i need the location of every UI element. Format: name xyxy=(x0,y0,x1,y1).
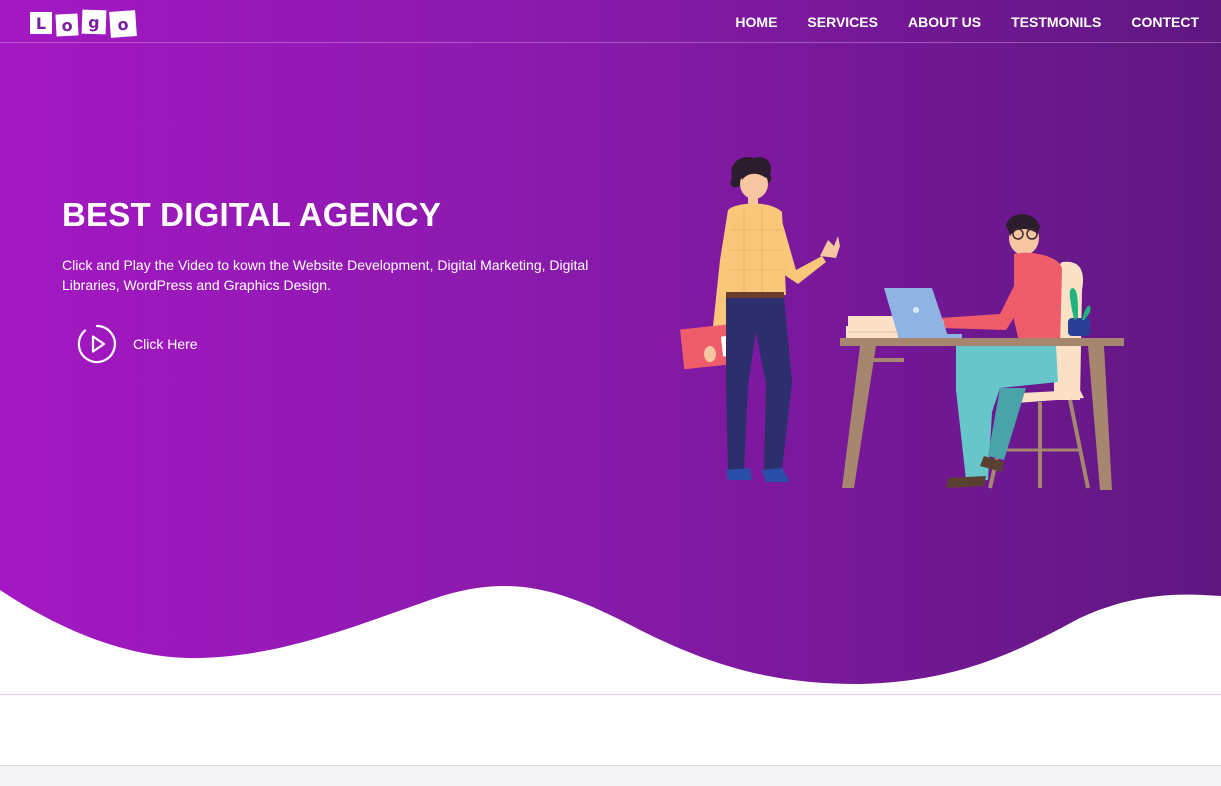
nav-testimonials[interactable]: TESTMONILS xyxy=(1011,14,1101,30)
nav-about-us[interactable]: ABOUT US xyxy=(908,14,981,30)
play-video-button[interactable]: Click Here xyxy=(77,324,198,364)
hero-title: BEST DIGITAL AGENCY xyxy=(62,196,442,233)
play-circle-icon xyxy=(77,324,116,364)
desk-scene xyxy=(840,214,1124,490)
hero-section: L o g o HOME SERVICES ABOUT US TESTMONIL… xyxy=(0,0,1221,694)
top-navbar: L o g o HOME SERVICES ABOUT US TESTMONIL… xyxy=(0,0,1221,43)
hero-wave-bottom xyxy=(0,586,1221,694)
logo-letter: g xyxy=(81,9,107,35)
logo-letter: o xyxy=(55,13,79,37)
nav-contact[interactable]: CONTECT xyxy=(1131,14,1199,30)
cta-label: Click Here xyxy=(133,336,198,352)
hero-description: Click and Play the Video to kown the Web… xyxy=(62,257,589,293)
section-divider xyxy=(0,694,1221,695)
logo-letter: o xyxy=(109,10,137,38)
next-section-edge xyxy=(0,765,1221,786)
main-menu: HOME SERVICES ABOUT US TESTMONILS CONTEC… xyxy=(705,0,1199,43)
nav-services[interactable]: SERVICES xyxy=(807,14,878,30)
standing-person xyxy=(680,156,840,482)
logo[interactable]: L o g o xyxy=(30,8,137,38)
nav-home[interactable]: HOME xyxy=(735,14,777,30)
office-illustration xyxy=(680,156,1124,490)
logo-letter: L xyxy=(30,12,52,34)
